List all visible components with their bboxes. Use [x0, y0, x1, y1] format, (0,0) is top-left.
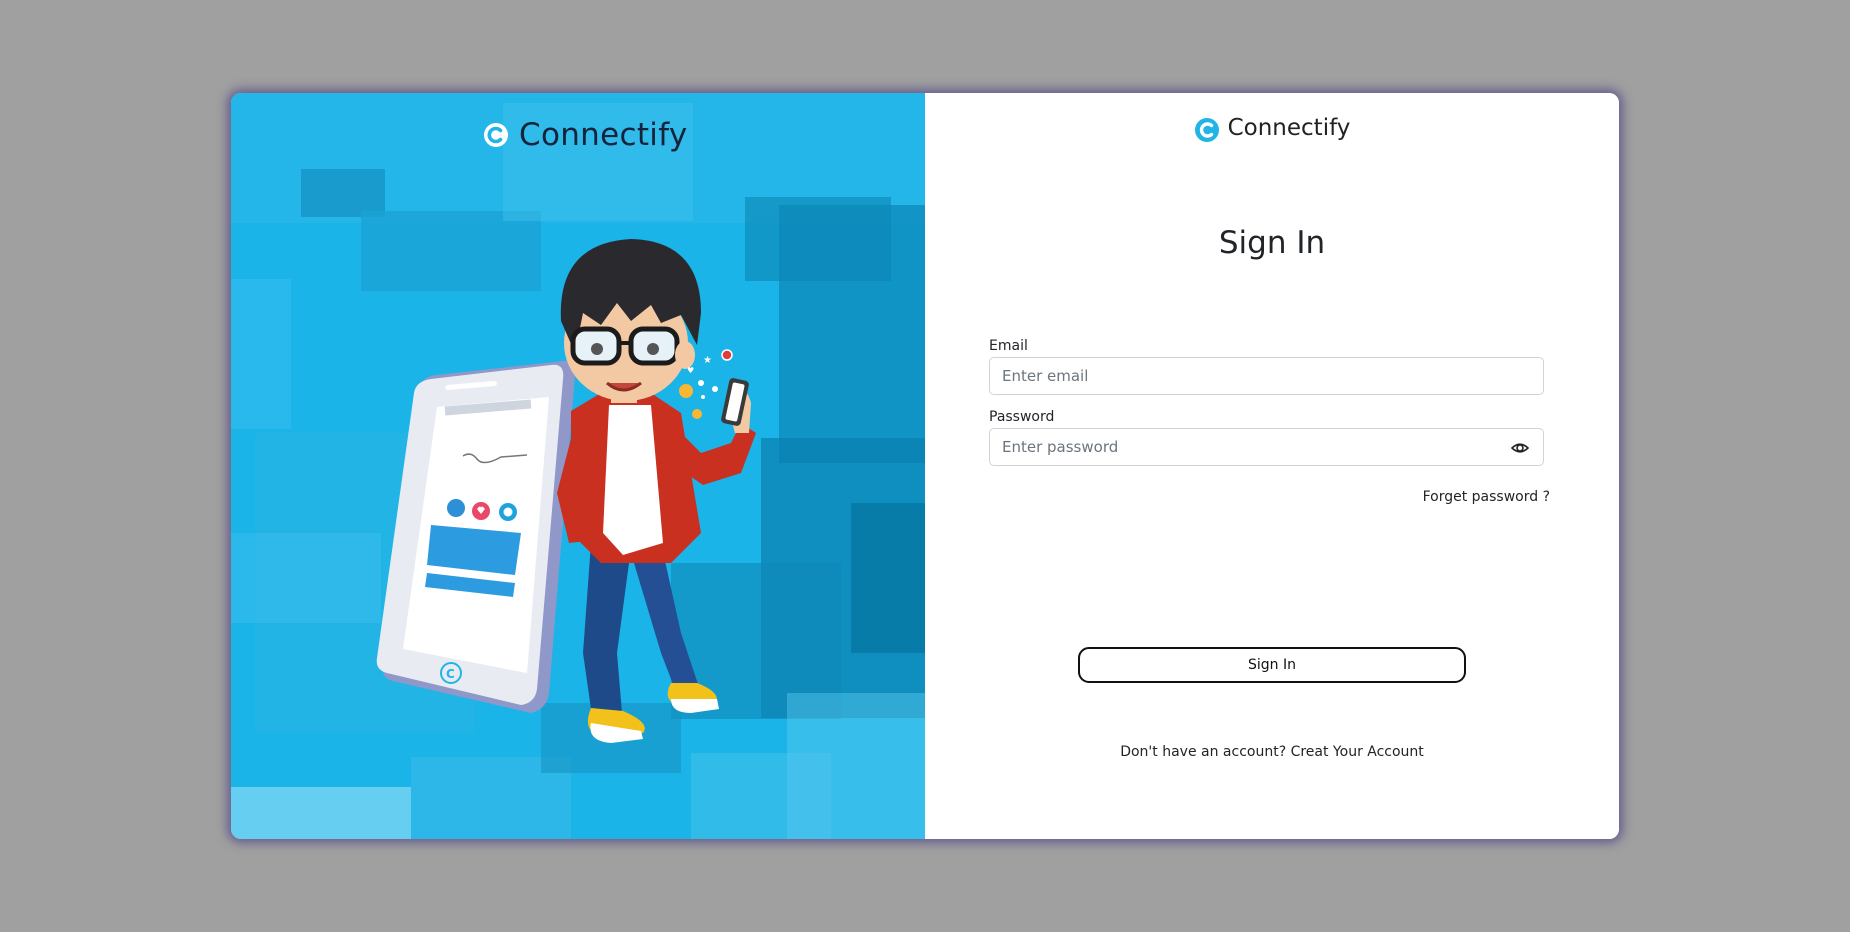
- big-phone-graphic: C: [376, 360, 576, 713]
- boy-character-graphic: ★ ♥: [557, 239, 756, 743]
- signup-prompt-text: Don't have an account?: [1120, 744, 1287, 760]
- signin-panel: Connectify Sign In Email Password Forget…: [925, 93, 1619, 839]
- create-account-link[interactable]: Creat Your Account: [1291, 744, 1424, 760]
- hero-brand: Connectify: [483, 117, 688, 153]
- email-label: Email: [989, 338, 1028, 354]
- form-brand: Connectify: [925, 113, 1619, 143]
- password-field-wrapper: [989, 428, 1544, 466]
- hero-panel: C ★ ♥ Connectify: [231, 93, 925, 839]
- email-field-wrapper: [989, 357, 1544, 395]
- form-brand-name: Connectify: [1227, 115, 1351, 141]
- page-title: Sign In: [1218, 225, 1326, 261]
- connectify-c-logo-icon: [484, 123, 508, 147]
- signup-prompt: Don't have an account? Creat Your Accoun…: [925, 744, 1619, 760]
- sign-in-button[interactable]: Sign In: [1078, 647, 1466, 683]
- password-label: Password: [989, 409, 1055, 425]
- svg-text:C: C: [446, 667, 455, 681]
- hero-brand-name: Connectify: [519, 117, 688, 153]
- boy-with-phone-illustration: C ★ ♥: [376, 239, 756, 743]
- email-field[interactable]: [990, 358, 1543, 394]
- login-card: C ★ ♥ Connectify Connectify Sign In Emai…: [231, 93, 1619, 839]
- password-field[interactable]: [990, 429, 1543, 465]
- eye-icon[interactable]: [1511, 439, 1529, 457]
- svg-text:★: ★: [703, 355, 712, 366]
- svg-text:♥: ♥: [687, 366, 694, 375]
- connectify-c-logo-icon: [1194, 118, 1219, 142]
- forget-password-link[interactable]: Forget password ?: [1423, 489, 1550, 505]
